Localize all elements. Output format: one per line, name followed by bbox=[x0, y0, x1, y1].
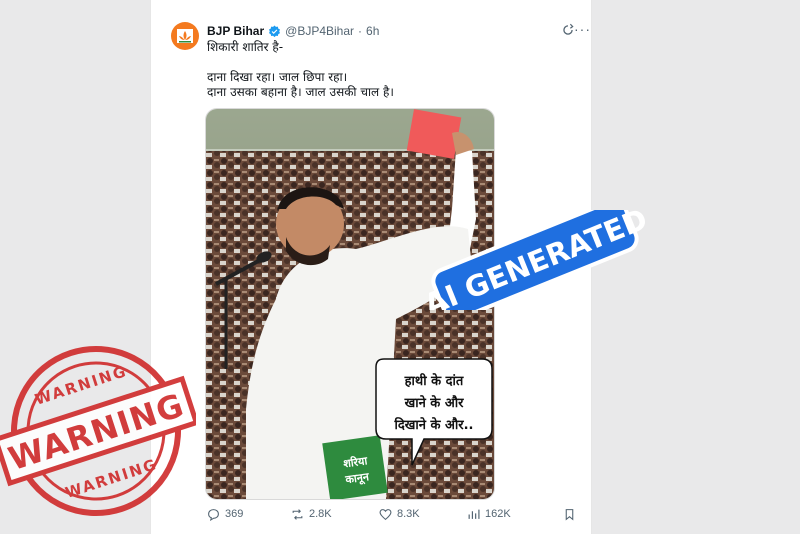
ai-badge-text: AI GENERATED bbox=[424, 210, 646, 310]
tweet-line: दाना दिखा रहा। जाल छिपा रहा। bbox=[207, 70, 348, 84]
tweet-actions: 369 2.8K 8.3K 162K bbox=[207, 505, 591, 525]
repost-icon bbox=[292, 508, 303, 520]
grok-refresh-icon[interactable] bbox=[561, 23, 575, 37]
tweet-header: BJP Bihar @BJP4Bihar · 6h bbox=[207, 20, 587, 42]
repost-action[interactable]: 2.8K bbox=[291, 505, 332, 523]
bubble-line2: खाने के और bbox=[404, 395, 465, 411]
reply-icon bbox=[208, 508, 219, 521]
tweet-line: दाना उसका बहाना है। जाल उसकी चाल है। bbox=[207, 85, 394, 99]
tweet-text: शिकारी शातिर है- दाना दिखा रहा। जाल छिपा… bbox=[207, 40, 567, 100]
views-count: 162K bbox=[485, 508, 511, 520]
account-handle[interactable]: @BJP4Bihar bbox=[285, 24, 354, 38]
like-count: 8.3K bbox=[397, 508, 420, 520]
repost-count: 2.8K bbox=[309, 508, 332, 520]
more-options-button[interactable]: ··· bbox=[574, 21, 591, 37]
tweet-time[interactable]: 6h bbox=[366, 24, 379, 38]
meta-separator: · bbox=[358, 24, 363, 38]
account-name[interactable]: BJP Bihar bbox=[207, 24, 264, 38]
ai-generated-badge: AI GENERATED bbox=[424, 210, 646, 310]
bubble-line1: हाथी के दांत bbox=[404, 373, 464, 389]
views-icon bbox=[468, 509, 480, 519]
like-action[interactable]: 8.3K bbox=[379, 505, 420, 523]
reply-count: 369 bbox=[225, 508, 244, 520]
views-action[interactable]: 162K bbox=[467, 505, 511, 523]
bookmark-icon bbox=[565, 508, 574, 521]
tweet-line: शिकारी शातिर है- bbox=[207, 40, 284, 54]
bubble-line3: दिखाने के और.. bbox=[393, 417, 473, 433]
like-icon bbox=[379, 508, 392, 520]
bookmark-action[interactable] bbox=[563, 505, 576, 523]
account-avatar[interactable] bbox=[171, 22, 199, 50]
verified-badge-icon bbox=[269, 25, 281, 37]
reply-action[interactable]: 369 bbox=[207, 505, 243, 523]
bjp-lotus-icon bbox=[177, 29, 193, 43]
warning-stamp: WARNING WARNING WARNING bbox=[0, 346, 196, 516]
